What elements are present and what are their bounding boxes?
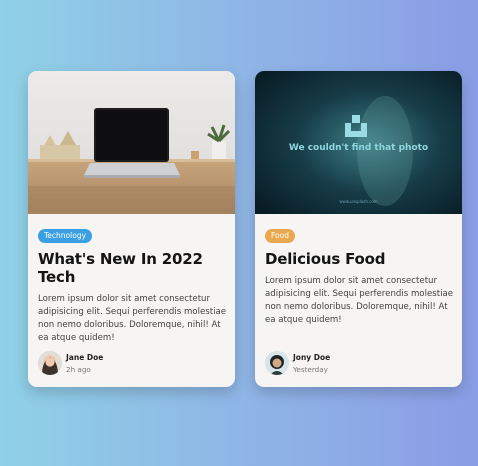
category-tag[interactable]: Technology bbox=[38, 229, 93, 243]
post-card-food[interactable]: We couldn't find that photo www.unsplash… bbox=[255, 71, 462, 387]
author-name: Jane Doe bbox=[66, 353, 104, 362]
card-title[interactable]: What's New In 2022 Tech bbox=[38, 250, 225, 286]
post-time: Yesterday bbox=[293, 365, 328, 374]
laptop-desk-illustration bbox=[28, 71, 235, 214]
card-image-laptop bbox=[28, 71, 235, 214]
card-title[interactable]: Delicious Food bbox=[265, 250, 452, 268]
card-description: Lorem ipsum dolor sit amet consectetur a… bbox=[38, 294, 227, 343]
avatar bbox=[38, 351, 62, 375]
post-time: 2h ago bbox=[66, 365, 91, 374]
category-tag[interactable]: Food bbox=[265, 229, 295, 243]
card-image-placeholder: We couldn't find that photo www.unsplash… bbox=[255, 71, 462, 214]
avatar bbox=[265, 351, 289, 375]
image-error-message: We couldn't find that photo bbox=[288, 143, 429, 153]
author-name: Jony Doe bbox=[293, 353, 331, 362]
card-description: Lorem ipsum dolor sit amet consectetur a… bbox=[265, 276, 454, 325]
image-credit: www.unsplash.com bbox=[339, 199, 378, 204]
post-card-technology[interactable]: Technology What's New In 2022 Tech Lorem… bbox=[28, 71, 235, 387]
